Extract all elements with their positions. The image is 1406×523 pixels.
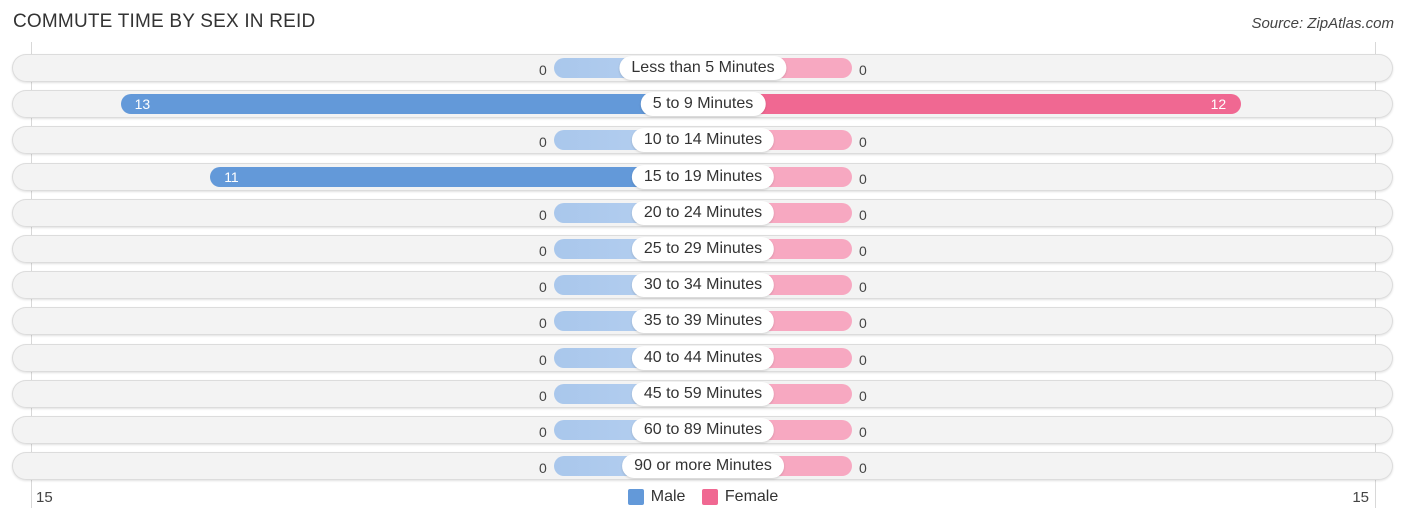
value-label-female: 0 (859, 460, 867, 477)
value-label-female: 0 (859, 424, 867, 440)
value-label-female: 0 (859, 206, 867, 223)
value-label-male: 0 (539, 460, 547, 477)
legend-label-female: Female (724, 488, 779, 505)
value-label-male: 0 (539, 206, 547, 223)
value-label-male: 0 (539, 62, 547, 78)
value-label-male: 0 (539, 424, 547, 440)
category-label: 60 to 89 Minutes (631, 418, 775, 442)
category-label: 15 to 19 Minutes (631, 164, 775, 189)
legend-swatch-male (627, 489, 644, 505)
legend-item-female[interactable]: Female (701, 488, 779, 506)
value-label-male: 0 (539, 134, 547, 151)
category-label: 35 to 39 Minutes (631, 309, 775, 334)
category-label: 10 to 14 Minutes (631, 128, 775, 153)
value-label-male: 13 (134, 96, 151, 113)
value-label-female: 12 (1210, 96, 1227, 113)
category-label: Less than 5 Minutes (619, 56, 787, 80)
value-label-female: 0 (859, 134, 867, 151)
value-label-female: 0 (859, 243, 867, 259)
value-label-male: 0 (539, 279, 547, 296)
category-label: 40 to 44 Minutes (631, 345, 775, 370)
value-label-male: 0 (539, 243, 547, 259)
value-label-male: 0 (539, 387, 547, 404)
category-label: 20 to 24 Minutes (631, 200, 775, 225)
bar-male[interactable] (210, 166, 703, 187)
legend: Male Female (0, 488, 1406, 510)
category-label: 30 to 34 Minutes (631, 273, 775, 298)
legend-label-male: Male (650, 488, 686, 505)
category-label: 25 to 29 Minutes (631, 237, 775, 261)
value-label-female: 0 (859, 387, 867, 404)
bar-male[interactable] (120, 94, 703, 115)
value-label-female: 0 (859, 351, 867, 368)
value-label-male: 11 (224, 168, 239, 185)
value-label-female: 0 (859, 279, 867, 296)
value-label-female: 0 (859, 62, 867, 78)
category-label: 45 to 59 Minutes (631, 381, 775, 406)
bar-female[interactable] (703, 94, 1241, 115)
legend-swatch-female (701, 489, 718, 505)
chart-title: COMMUTE TIME BY SEX IN REID (13, 11, 316, 32)
legend-item-male[interactable]: Male (627, 488, 686, 506)
value-label-female: 0 (859, 170, 867, 187)
value-label-male: 0 (539, 315, 547, 332)
source-label: Source: ZipAtlas.com (1251, 15, 1394, 32)
value-label-female: 0 (859, 315, 867, 332)
category-label: 90 or more Minutes (622, 454, 784, 479)
category-label: 5 to 9 Minutes (640, 92, 766, 117)
value-label-male: 0 (539, 351, 547, 368)
